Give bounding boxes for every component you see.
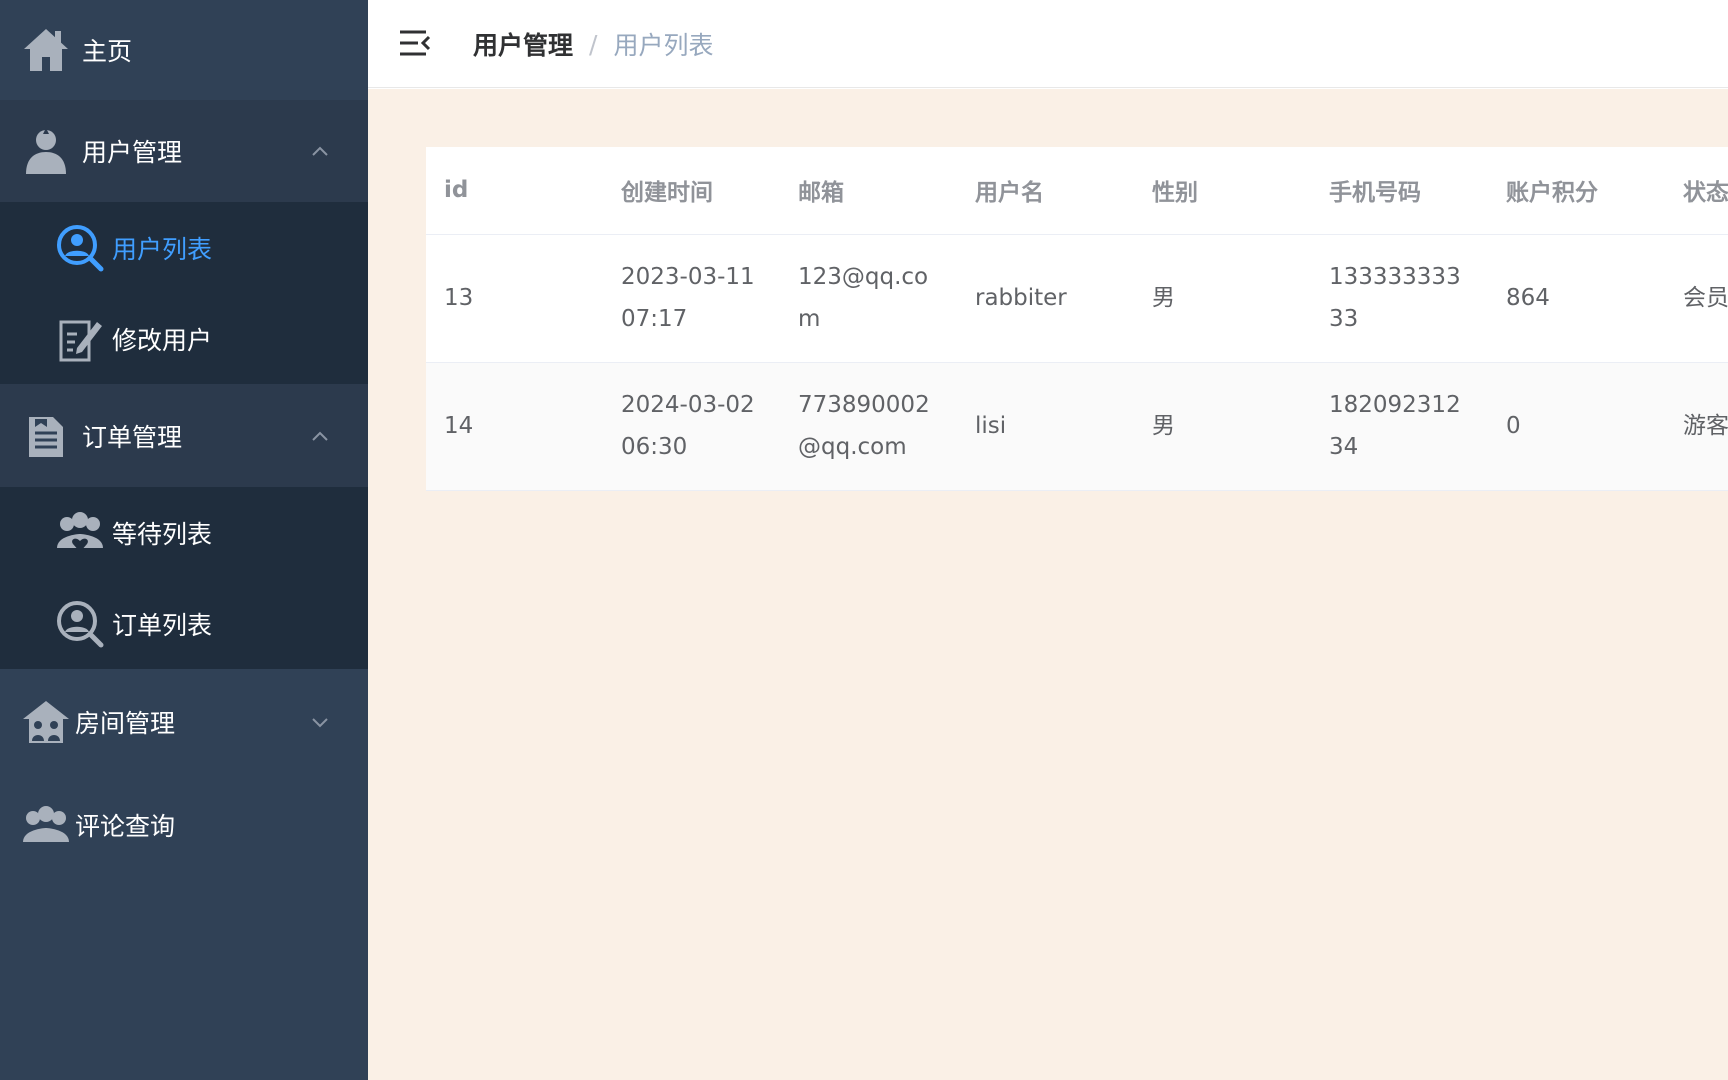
breadcrumb-separator: /	[589, 29, 598, 59]
column-header-email: 邮箱	[780, 147, 957, 235]
cell-id: 13	[426, 234, 603, 363]
hamburger-menu-icon[interactable]	[398, 26, 432, 60]
sidebar-item-waiting-list[interactable]: 等待列表	[0, 487, 368, 578]
cell-created-time: 2024-03-02 06:30	[603, 362, 780, 491]
cell-status: 会员	[1665, 234, 1728, 363]
home-icon	[20, 24, 72, 76]
submenu-user-management: 用户列表 修改用户	[0, 202, 368, 384]
cell-username: rabbiter	[957, 234, 1134, 363]
sidebar-item-label: 用户列表	[112, 234, 213, 264]
sidebar-item-label: 修改用户	[112, 325, 213, 355]
cell-points: 0	[1488, 362, 1665, 491]
chevron-down-icon	[310, 712, 330, 732]
user-search-icon	[54, 598, 106, 650]
sidebar-item-edit-user[interactable]: 修改用户	[0, 293, 368, 384]
breadcrumb-current: 用户列表	[613, 31, 714, 60]
menu-label-comments: 评论查询	[75, 812, 176, 841]
column-header-id: id	[426, 147, 603, 235]
column-header-status: 状态	[1665, 147, 1728, 235]
sidebar-item-order-list[interactable]: 订单列表	[0, 578, 368, 669]
cell-phone: 18209231234	[1311, 362, 1488, 491]
cell-id: 14	[426, 362, 603, 491]
column-header-gender: 性别	[1134, 147, 1311, 235]
menu-item-comments[interactable]: 评论查询	[0, 775, 368, 875]
sidebar-item-label: 订单列表	[112, 610, 213, 640]
menu-item-order-management[interactable]: 订单管理	[0, 384, 368, 487]
users-heart-icon	[54, 507, 106, 559]
cell-created-time: 2023-03-11 07:17	[603, 234, 780, 363]
cell-status: 游客	[1665, 362, 1728, 491]
column-header-phone: 手机号码	[1311, 147, 1488, 235]
user-icon	[20, 125, 72, 177]
sidebar-item-label: 等待列表	[112, 519, 213, 549]
cell-username: lisi	[957, 362, 1134, 491]
table-header-row: id 创建时间 邮箱 用户名 性别 手机号码 账户积分 状态	[426, 147, 1728, 235]
edit-document-icon	[54, 313, 106, 365]
menu-label-room-management: 房间管理	[75, 709, 176, 738]
sidebar: 主页 用户管理 用户列表 修改用户 订单管理 等待列表 订单列表 房间管理 评论…	[0, 0, 368, 1080]
cell-gender: 男	[1134, 234, 1311, 363]
chevron-up-icon	[310, 141, 330, 161]
top-navbar: 用户管理 / 用户列表	[368, 0, 1728, 88]
chevron-up-icon	[310, 426, 330, 446]
menu-item-home[interactable]: 主页	[0, 0, 368, 100]
user-search-icon	[54, 222, 106, 274]
submenu-order-management: 等待列表 订单列表	[0, 487, 368, 669]
sidebar-item-user-list[interactable]: 用户列表	[0, 202, 368, 293]
cell-email: 123@qq.com	[780, 234, 957, 363]
cell-email: 773890002@qq.com	[780, 362, 957, 491]
table-row[interactable]: 14 2024-03-02 06:30 773890002@qq.com lis…	[426, 362, 1728, 491]
breadcrumb-parent[interactable]: 用户管理	[473, 26, 573, 62]
cell-gender: 男	[1134, 362, 1311, 491]
menu-item-room-management[interactable]: 房间管理	[0, 669, 368, 775]
clipboard-icon	[20, 410, 72, 462]
column-header-points: 账户积分	[1488, 147, 1665, 235]
house-people-icon	[20, 696, 72, 748]
cell-phone: 13333333333	[1311, 234, 1488, 363]
users-group-icon	[20, 799, 72, 851]
menu-label-order-management: 订单管理	[82, 422, 183, 452]
user-table: id 创建时间 邮箱 用户名 性别 手机号码 账户积分 状态 13 2023-0…	[426, 147, 1728, 491]
column-header-created-time: 创建时间	[603, 147, 780, 235]
cell-points: 864	[1488, 234, 1665, 363]
column-header-username: 用户名	[957, 147, 1134, 235]
menu-item-user-management[interactable]: 用户管理	[0, 100, 368, 202]
table-row[interactable]: 13 2023-03-11 07:17 123@qq.com rabbiter …	[426, 234, 1728, 363]
menu-label-user-management: 用户管理	[82, 138, 183, 167]
menu-label-home: 主页	[82, 37, 133, 66]
main-content: id 创建时间 邮箱 用户名 性别 手机号码 账户积分 状态 13 2023-0…	[368, 89, 1728, 1080]
breadcrumb: 用户管理 / 用户列表	[473, 24, 713, 64]
